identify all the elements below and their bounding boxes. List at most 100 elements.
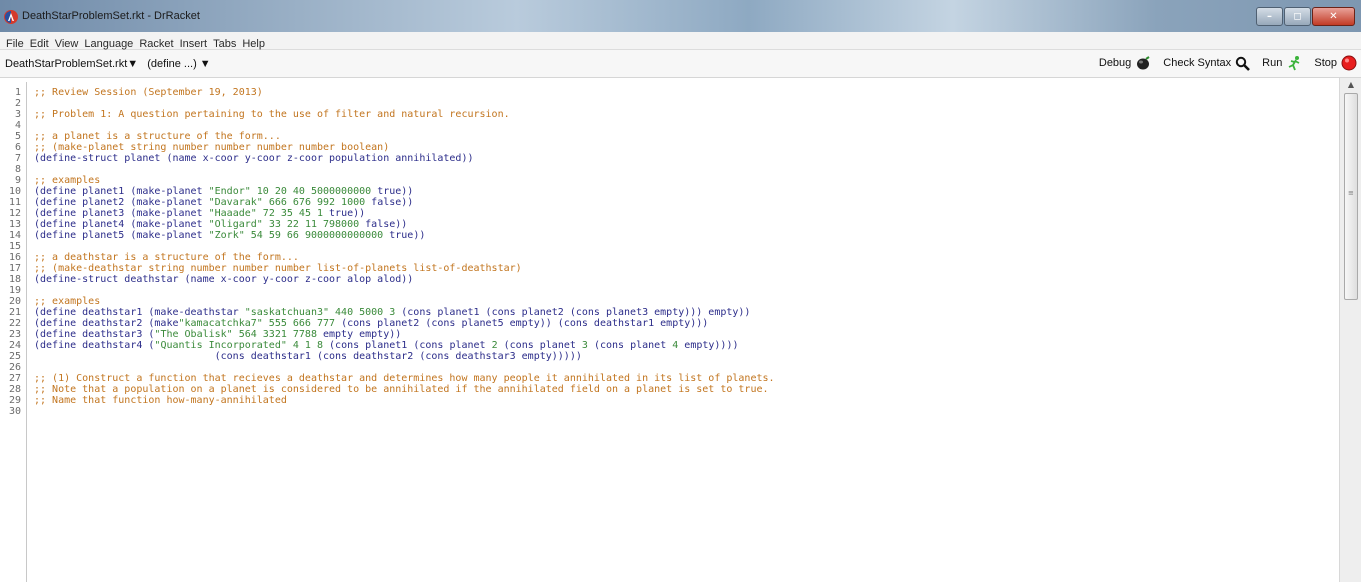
debug-label: Debug [1098, 57, 1132, 69]
code-token: ;; examples [34, 175, 101, 186]
code-token: "Zork" 54 59 66 9000000000000 [208, 230, 390, 241]
line-code: ;; (make-planet string number number num… [34, 142, 389, 153]
line-code: ;; Name that function how-many-annihilat… [34, 395, 287, 406]
code-token: "saskatchuan3" 440 5000 3 [244, 307, 402, 318]
menu-file[interactable]: File [0, 36, 27, 50]
code-token: (define planet4 (make-planet [34, 219, 209, 230]
line-number: 15 [8, 241, 21, 252]
code-token: ;; (1) Construct a function that recieve… [34, 373, 775, 384]
line-code: ;; Problem 1: A question pertaining to t… [34, 109, 510, 120]
line-number: 24 [8, 340, 21, 351]
code-token: (define deathstar3 ( [34, 329, 155, 340]
line-number: 29 [8, 395, 21, 406]
line-code: (define-struct planet (name x-coor y-coo… [34, 153, 474, 164]
menu-racket[interactable]: Racket [136, 36, 176, 50]
scrollbar-thumb[interactable]: ≡ [1344, 93, 1358, 300]
line-code: ;; Note that a population on a planet is… [34, 384, 769, 395]
code-token: (cons deathstar1 (cons deathstar2 (cons … [34, 351, 582, 362]
code-token: ;; examples [34, 296, 101, 307]
maximize-button[interactable]: ◻ [1284, 7, 1311, 26]
line-number: 12 [8, 208, 21, 219]
menu-tabs[interactable]: Tabs [210, 36, 239, 50]
menu-edit[interactable]: Edit [27, 36, 52, 50]
line-number: 28 [8, 384, 21, 395]
code-token: (define deathstar1 (make-deathstar [34, 307, 245, 318]
line-number: 6 [14, 142, 21, 153]
stop-label: Stop [1314, 57, 1337, 69]
line-code: (define planet3 (make-planet "Haaade" 72… [34, 208, 365, 219]
line-number: 18 [8, 274, 21, 285]
code-token: "Quantis Incorporated" 4 1 8 [154, 340, 330, 351]
vertical-scrollbar[interactable]: ▲ ≡ [1339, 78, 1361, 582]
toolbar: DeathStarProblemSet.rkt▼ (define ...) ▼ … [0, 50, 1361, 78]
code-token: (define planet3 (make-planet [34, 208, 209, 219]
code-token: ;; Name that function how-many-annihilat… [34, 395, 287, 406]
line-number-gutter-divider [26, 82, 27, 582]
code-token: 3 [581, 340, 594, 351]
minimize-button[interactable]: – [1256, 7, 1283, 26]
line-code: (define deathstar2 (make"kamacatchka7" 5… [34, 318, 708, 329]
code-token: (define planet1 (make-planet [34, 186, 209, 197]
code-token: 4 [672, 340, 685, 351]
line-code: (define planet4 (make-planet "Oligard" 3… [34, 219, 407, 230]
code-token: 2 [491, 340, 504, 351]
line-number: 30 [8, 406, 21, 417]
magnifier-icon [1235, 56, 1251, 71]
file-selector[interactable]: DeathStarProblemSet.rkt▼ [5, 58, 138, 70]
line-number: 20 [8, 296, 21, 307]
menu-view[interactable]: View [52, 36, 82, 50]
code-token: empty)))) [684, 340, 739, 351]
code-token: empty empty)) [323, 329, 402, 340]
run-button[interactable]: Run [1262, 55, 1302, 71]
drracket-icon [4, 10, 18, 24]
menu-insert[interactable]: Insert [177, 36, 211, 50]
define-selector[interactable]: (define ...) ▼ [147, 58, 210, 70]
menu-help[interactable]: Help [239, 36, 268, 50]
line-code: (define deathstar1 (make-deathstar "sask… [34, 307, 750, 318]
line-code: ;; Review Session (September 19, 2013) [34, 87, 263, 98]
code-token: true)) [377, 186, 414, 197]
code-token: ;; a deathstar is a structure of the for… [34, 252, 299, 263]
line-number: 3 [14, 109, 21, 120]
line-number: 27 [8, 373, 21, 384]
code-token: (define deathstar2 (make [34, 318, 179, 329]
code-token: ;; Problem 1: A question pertaining to t… [34, 109, 510, 120]
close-button[interactable]: ✕ [1312, 7, 1355, 26]
line-code: (define planet2 (make-planet "Davarak" 6… [34, 197, 413, 208]
line-number: 10 [8, 186, 21, 197]
code-token: ;; (make-planet string number number num… [34, 142, 390, 153]
line-number: 13 [8, 219, 21, 230]
code-token: "Davarak" 666 676 992 1000 [208, 197, 372, 208]
line-code: (define deathstar4 ("Quantis Incorporate… [34, 340, 738, 351]
code-token: false)) [371, 197, 414, 208]
line-number: 22 [8, 318, 21, 329]
scroll-up-arrow-icon[interactable]: ▲ [1340, 78, 1361, 92]
debug-button[interactable]: Debug [1099, 56, 1151, 70]
line-number: 19 [8, 285, 21, 296]
line-code: (define planet5 (make-planet "Zork" 54 5… [34, 230, 425, 241]
code-token: ;; Review Session (September 19, 2013) [34, 87, 263, 98]
code-token: (cons planet1 (cons planet [329, 340, 492, 351]
line-code: ;; examples [34, 296, 100, 307]
line-number: 23 [8, 329, 21, 340]
menu-language[interactable]: Language [81, 36, 136, 50]
code-token: (define-struct deathstar (name x-coor y-… [34, 274, 414, 285]
line-number: 21 [8, 307, 21, 318]
code-token: true)) [389, 230, 426, 241]
code-token: (define-struct planet (name x-coor y-coo… [34, 153, 474, 164]
code-token: (cons planet2 (cons planet5 empty)) (con… [341, 318, 709, 329]
bug-icon [1137, 56, 1150, 70]
line-number: 7 [14, 153, 21, 164]
line-number: 25 [8, 351, 21, 362]
stop-button[interactable]: Stop [1314, 55, 1357, 71]
line-number: 17 [8, 263, 21, 274]
code-token: (define planet5 (make-planet [34, 230, 209, 241]
line-number: 11 [8, 197, 21, 208]
code-token: ;; a planet is a structure of the form..… [34, 131, 281, 142]
title-bar: DeathStarProblemSet.rkt - DrRacket – ◻ ✕ [0, 0, 1361, 32]
definitions-editor[interactable]: 1 ;; Review Session (September 19, 2013) 2… [0, 82, 1337, 582]
running-man-icon [1288, 56, 1300, 71]
code-token: (cons planet1 (cons planet2 (cons planet… [401, 307, 751, 318]
code-token: "Endor" 10 20 40 5000000000 [208, 186, 378, 197]
check-syntax-button[interactable]: Check Syntax [1163, 56, 1251, 71]
